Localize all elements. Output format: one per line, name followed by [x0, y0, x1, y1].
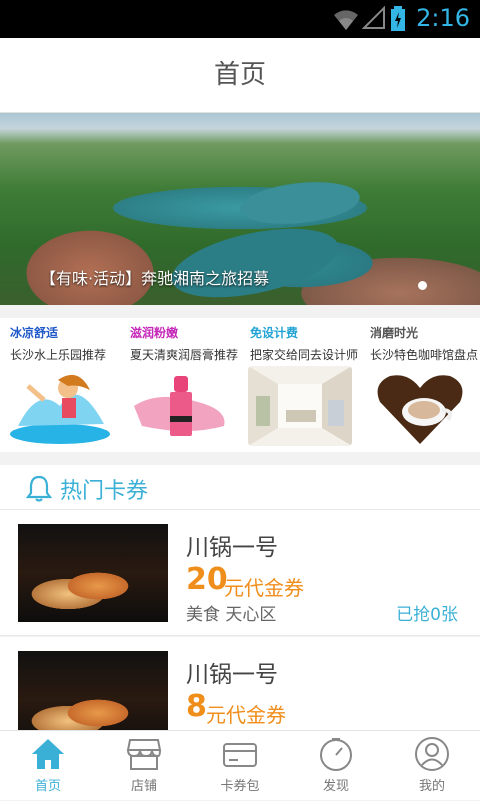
banner-carousel[interactable]: 【有味·活动】奔驰湘南之旅招募	[0, 113, 480, 305]
promo-image-lip-balm	[128, 366, 232, 446]
tab-home[interactable]: 首页	[0, 731, 96, 801]
banner-image-detail	[165, 215, 345, 305]
wifi-icon	[334, 10, 358, 30]
card-icon	[223, 743, 257, 767]
promo-subtitle: 长沙特色咖啡馆盘点	[370, 348, 479, 362]
promo-image-interior	[248, 366, 352, 446]
coupon-meta: 美食 天心区	[186, 605, 277, 625]
tab-discover[interactable]: 发现	[288, 731, 384, 801]
tab-label: 店铺	[130, 779, 157, 794]
coupon-image	[18, 524, 168, 622]
shop-icon	[126, 739, 162, 770]
promo-image-coffee	[368, 366, 472, 446]
coupon-store-name: 川锅一号	[186, 662, 278, 688]
promo-item-coffee[interactable]: 消磨时光 长沙特色咖啡馆盘点	[360, 318, 480, 452]
promo-subtitle: 长沙水上乐园推荐	[10, 348, 107, 362]
promo-item-water-park[interactable]: 冰凉舒适 长沙水上乐园推荐	[0, 318, 120, 452]
hot-coupons-header: 热门卡券	[0, 465, 480, 510]
status-bar: 2:16	[0, 0, 480, 38]
tab-label: 发现	[322, 779, 349, 794]
coupon-amount: 20	[186, 562, 228, 597]
tab-label: 卡券包	[220, 779, 260, 794]
promo-title: 冰凉舒适	[10, 326, 59, 340]
signal-icon	[362, 6, 385, 29]
banner-image	[238, 176, 362, 230]
promo-title: 免设计费	[250, 326, 299, 340]
carousel-dot-active[interactable]	[418, 281, 427, 290]
promo-subtitle: 把家交给同去设计师	[250, 348, 359, 362]
user-icon	[415, 737, 449, 771]
tab-card-wallet[interactable]: 卡券包	[192, 731, 288, 801]
compass-icon	[320, 738, 352, 771]
coupon-amount: 8	[186, 689, 207, 724]
coupon-unit: 元代金券	[206, 703, 286, 727]
promo-title: 消磨时光	[370, 326, 419, 340]
bottom-tab-bar: 首页 店铺 卡券包 发现 我的	[0, 730, 480, 800]
tab-label: 首页	[34, 779, 61, 794]
tab-shop[interactable]: 店铺	[96, 731, 192, 801]
home-icon	[32, 739, 64, 769]
title-bar: 首页	[0, 38, 480, 113]
promo-item-design[interactable]: 免设计费 把家交给同去设计师	[240, 318, 360, 452]
coupon-unit: 元代金券	[224, 576, 304, 600]
promo-title: 滋润粉嫩	[130, 326, 179, 340]
coupon-card[interactable]: 川锅一号 20 元代金券 美食 天心区 已抢0张	[0, 510, 480, 636]
promo-image-water-park	[8, 366, 112, 446]
promo-subtitle: 夏天清爽润唇膏推荐	[130, 348, 239, 362]
coupon-store-name: 川锅一号	[186, 535, 278, 561]
bell-icon	[26, 475, 52, 502]
clock: 2:16	[416, 4, 470, 32]
promo-grid: 冰凉舒适 长沙水上乐园推荐 滋润粉嫩 夏天清爽润唇膏推荐 免设计费 把家交给同去…	[0, 318, 480, 452]
page-title: 首页	[213, 60, 266, 90]
tab-mine[interactable]: 我的	[384, 731, 480, 801]
promo-item-lip-balm[interactable]: 滋润粉嫩 夏天清爽润唇膏推荐	[120, 318, 240, 452]
coupon-taken-count: 已抢0张	[396, 605, 458, 625]
tab-label: 我的	[418, 779, 445, 794]
section-title: 热门卡券	[60, 479, 149, 504]
battery-icon	[391, 6, 405, 31]
banner-caption[interactable]: 【有味·活动】奔驰湘南之旅招募	[40, 265, 269, 289]
